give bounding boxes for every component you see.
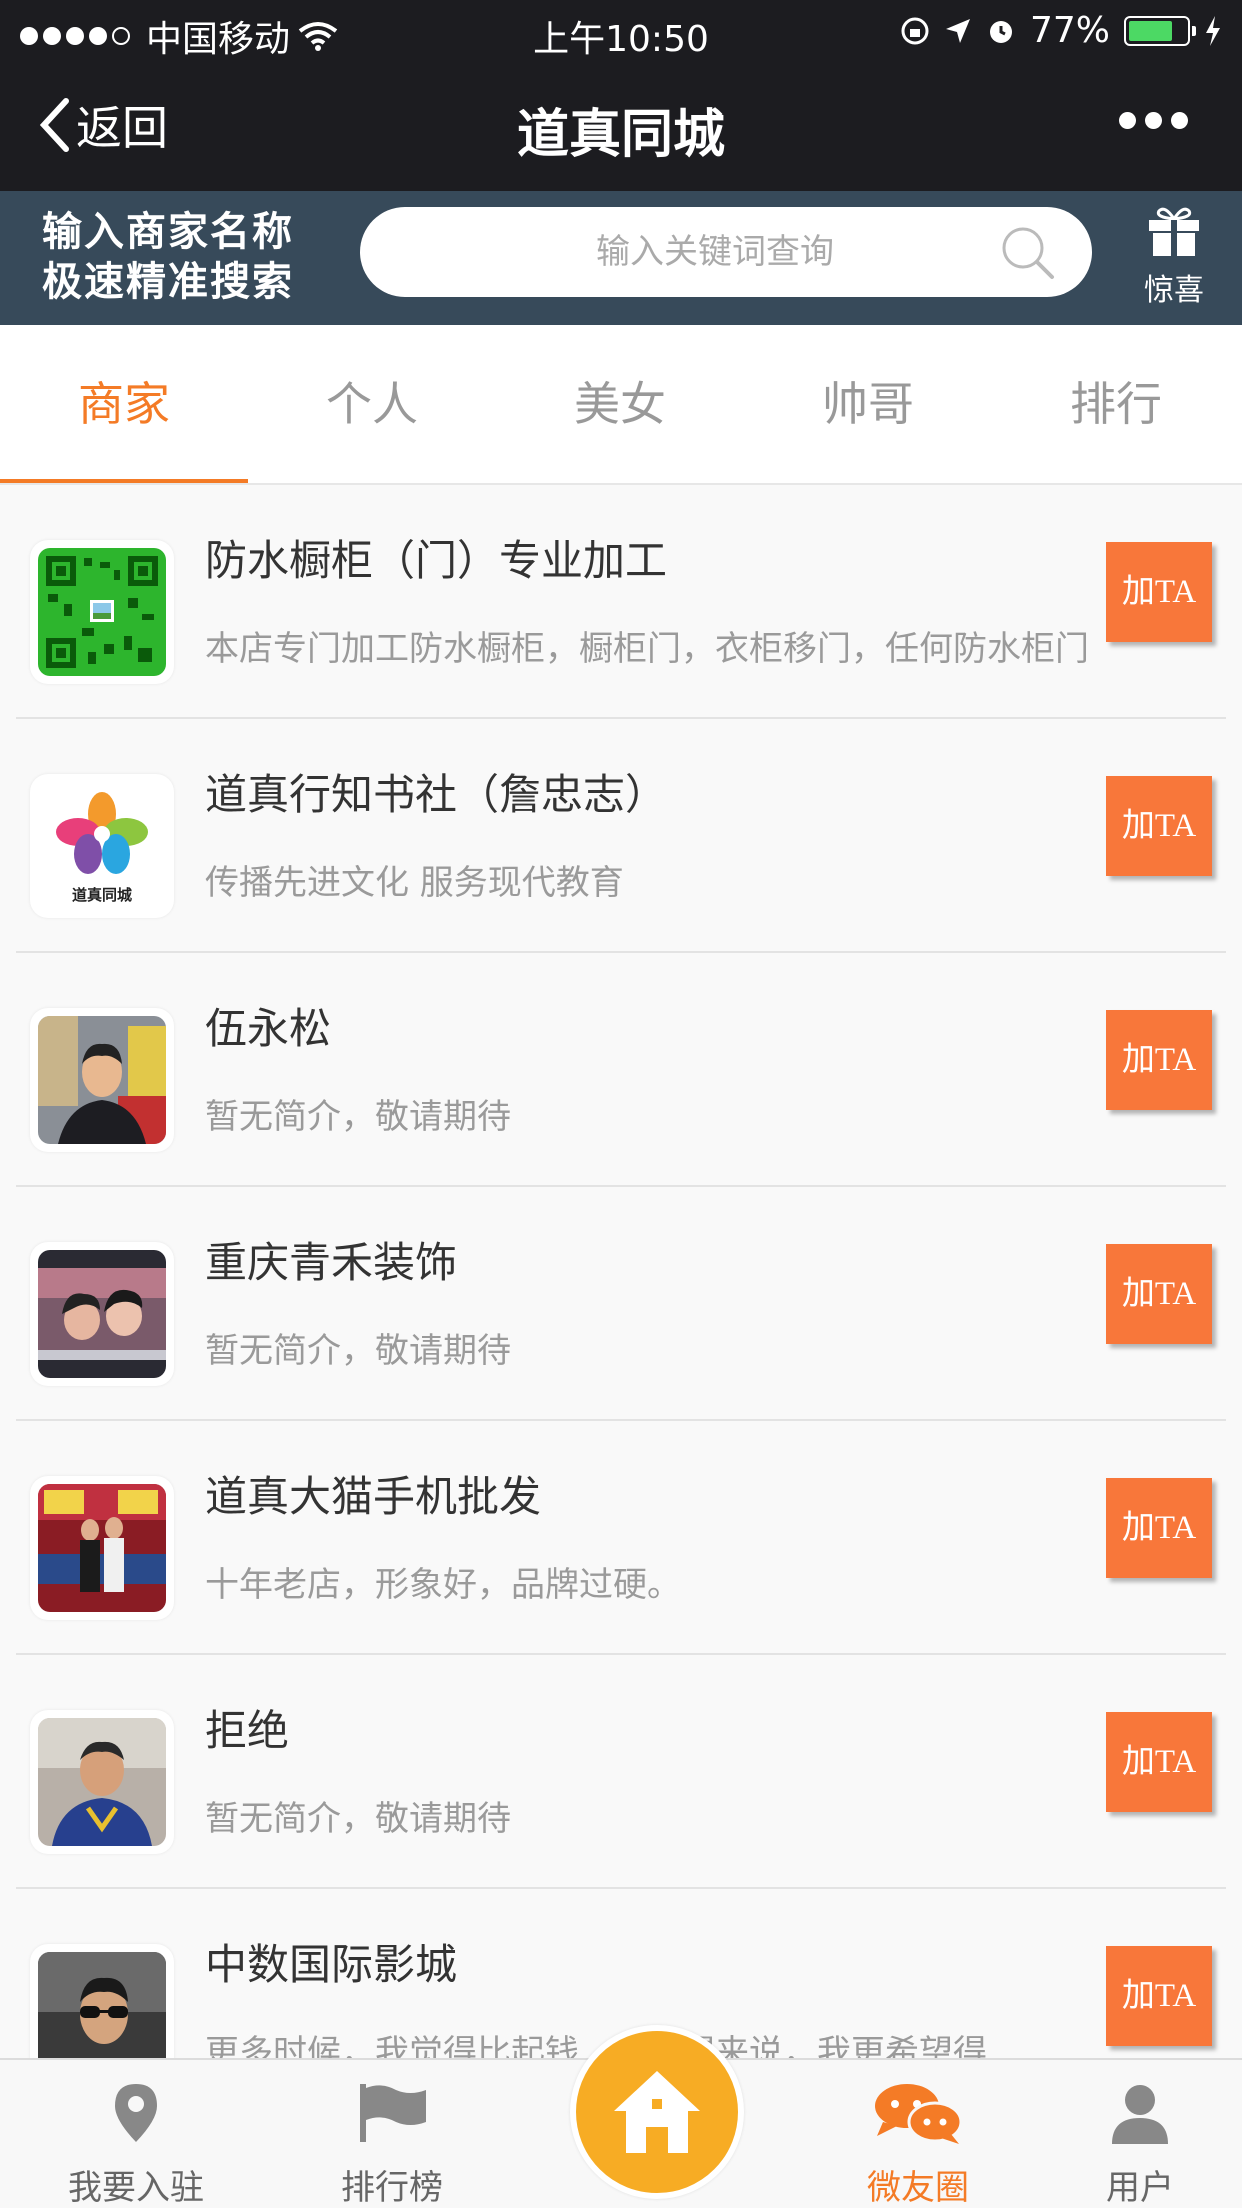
top-bar: 中国移动 上午10:50 77% 返回 道真同城 bbox=[0, 0, 1242, 191]
navigation-bar: 返回 道真同城 bbox=[0, 62, 1242, 191]
list-item[interactable]: 道真同城 道真行知书社（詹忠志） 传播先进文化 服务现代教育 加TA bbox=[0, 719, 1242, 953]
tab-label: 个人 bbox=[326, 377, 418, 431]
category-tabs: 商家 个人 美女 帅哥 排行 bbox=[0, 325, 1242, 485]
profile-photo bbox=[38, 1484, 166, 1612]
avatar bbox=[30, 540, 174, 684]
profile-photo bbox=[38, 1250, 166, 1378]
page-title: 道真同城 bbox=[516, 105, 725, 165]
logo-text: 道真同城 bbox=[72, 886, 132, 904]
tab-label: 商家 bbox=[78, 377, 170, 431]
merchant-description: 暂无简介，敬请期待 bbox=[205, 1799, 511, 1839]
qr-code-image bbox=[38, 548, 166, 676]
list-item[interactable]: 道真大猫手机批发 十年老店，形象好，品牌过硬。 加TA bbox=[0, 1421, 1242, 1655]
status-bar: 中国移动 上午10:50 77% bbox=[0, 0, 1242, 62]
merchant-name: 防水橱柜（门）专业加工 bbox=[205, 536, 668, 585]
list-item[interactable]: 重庆青禾装饰 暂无简介，敬请期待 加TA bbox=[0, 1187, 1242, 1421]
location-arrow-icon bbox=[945, 18, 970, 43]
promo-line-2: 极速精准搜索 bbox=[42, 259, 294, 305]
merchant-name: 重庆青禾装饰 bbox=[205, 1238, 458, 1287]
tab-label: 帅哥 bbox=[822, 377, 914, 431]
user-icon bbox=[1112, 2085, 1168, 2144]
daozhen-logo: 道真同城 bbox=[38, 782, 166, 910]
avatar bbox=[30, 1476, 174, 1620]
tab-label: 美女 bbox=[574, 377, 666, 431]
gift-icon bbox=[1149, 207, 1199, 256]
chat-bubbles-icon bbox=[875, 2084, 963, 2144]
search-band: 输入商家名称 极速精准搜索 惊喜 bbox=[0, 191, 1242, 325]
profile-photo bbox=[38, 1016, 166, 1144]
rotation-lock-icon bbox=[901, 17, 929, 44]
tab-label: 排行榜 bbox=[341, 2168, 443, 2208]
add-button[interactable]: 加TA bbox=[1106, 1010, 1212, 1110]
home-button[interactable] bbox=[570, 2025, 744, 2199]
merchant-name: 中数国际影城 bbox=[205, 1940, 458, 1989]
tab-ranking[interactable]: 排行 bbox=[992, 325, 1240, 483]
home-icon bbox=[614, 2071, 700, 2153]
add-button[interactable]: 加TA bbox=[1106, 1712, 1212, 1812]
tab-merchants[interactable]: 商家 bbox=[0, 325, 248, 483]
list-item[interactable]: 伍永松 暂无简介，敬请期待 加TA bbox=[0, 953, 1242, 1187]
add-button[interactable]: 加TA bbox=[1106, 1478, 1212, 1578]
merchant-description: 暂无简介，敬请期待 bbox=[205, 1331, 511, 1371]
gift-button[interactable]: 惊喜 bbox=[1134, 205, 1214, 309]
merchant-description: 十年老店，形象好，品牌过硬。 bbox=[205, 1565, 681, 1605]
tab-join[interactable]: 我要入驻 bbox=[36, 2060, 236, 2208]
flag-icon bbox=[360, 2084, 426, 2142]
list-item[interactable]: 防水橱柜（门）专业加工 本店专门加工防水橱柜，橱柜门，衣柜移门，任何防水柜门 加… bbox=[0, 485, 1242, 719]
tab-personal[interactable]: 个人 bbox=[248, 325, 496, 483]
avatar bbox=[30, 1944, 174, 2058]
add-button[interactable]: 加TA bbox=[1106, 776, 1212, 876]
avatar bbox=[30, 1008, 174, 1152]
promo-line-1: 输入商家名称 bbox=[42, 209, 294, 255]
search-input[interactable] bbox=[360, 207, 1010, 297]
tab-leaderboard[interactable]: 排行榜 bbox=[292, 2060, 492, 2208]
merchant-name: 道真大猫手机批发 bbox=[205, 1472, 542, 1521]
profile-photo bbox=[38, 1718, 166, 1846]
merchant-name: 道真行知书社（詹忠志） bbox=[205, 770, 668, 819]
list-item[interactable]: 拒绝 暂无简介，敬请期待 加TA bbox=[0, 1655, 1242, 1889]
profile-photo bbox=[38, 1952, 166, 2058]
tab-label: 我要入驻 bbox=[68, 2168, 204, 2208]
add-button[interactable]: 加TA bbox=[1106, 1946, 1212, 2046]
charging-bolt-icon bbox=[1206, 15, 1220, 46]
active-tab-indicator bbox=[0, 479, 248, 483]
tab-beauties[interactable]: 美女 bbox=[496, 325, 744, 483]
add-button[interactable]: 加TA bbox=[1106, 1244, 1212, 1344]
tab-user[interactable]: 用户 bbox=[1040, 2060, 1240, 2208]
alarm-icon bbox=[989, 20, 1012, 43]
avatar bbox=[30, 1242, 174, 1386]
location-pin-icon bbox=[115, 2084, 157, 2142]
search-promo: 输入商家名称 极速精准搜索 bbox=[42, 207, 294, 307]
merchant-description: 传播先进文化 服务现代教育 bbox=[205, 863, 624, 903]
merchant-description: 本店专门加工防水橱柜，橱柜门，衣柜移门，任何防水柜门 bbox=[205, 629, 1089, 669]
gift-label: 惊喜 bbox=[1144, 273, 1204, 308]
merchant-name: 伍永松 bbox=[205, 1004, 332, 1053]
search-icon[interactable] bbox=[1000, 225, 1056, 281]
tab-label: 排行 bbox=[1070, 377, 1162, 431]
battery-percent: 77% bbox=[1029, 10, 1110, 51]
merchant-list: 防水橱柜（门）专业加工 本店专门加工防水橱柜，橱柜门，衣柜移门，任何防水柜门 加… bbox=[0, 485, 1242, 2058]
merchant-description: 暂无简介，敬请期待 bbox=[205, 1097, 511, 1137]
avatar: 道真同城 bbox=[30, 774, 174, 918]
merchant-name: 拒绝 bbox=[205, 1706, 290, 1755]
add-button[interactable]: 加TA bbox=[1106, 542, 1212, 642]
tab-label: 微友圈 bbox=[867, 2168, 969, 2208]
avatar bbox=[30, 1710, 174, 1854]
tab-handsome[interactable]: 帅哥 bbox=[744, 325, 992, 483]
tab-moments[interactable]: 微友圈 bbox=[818, 2060, 1018, 2208]
tab-label: 用户 bbox=[1106, 2168, 1174, 2208]
more-icon[interactable] bbox=[1119, 112, 1188, 129]
battery-icon bbox=[1124, 15, 1196, 46]
search-box bbox=[360, 207, 1092, 297]
